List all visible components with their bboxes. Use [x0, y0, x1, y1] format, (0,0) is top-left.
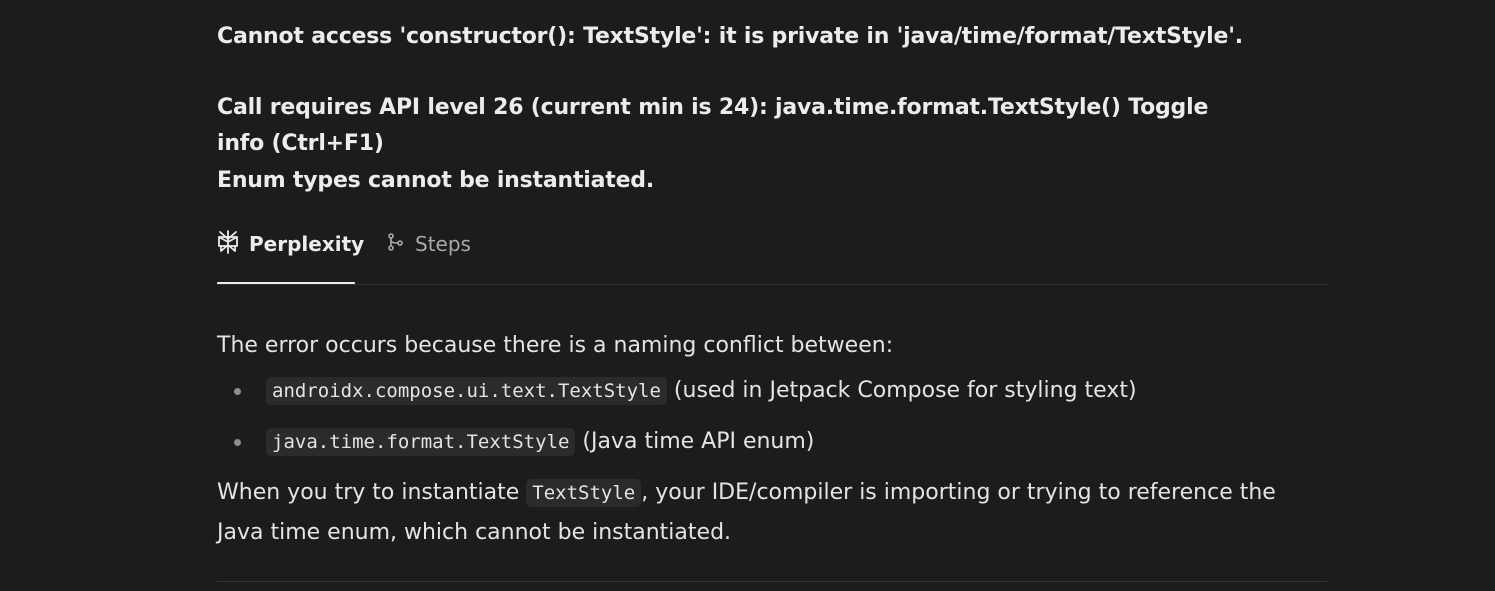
list-item: java.time.format.TextStyle (Java time AP… [217, 416, 1327, 467]
answer-intro: The error occurs because there is a nami… [217, 333, 894, 358]
tab-perplexity-label: Perplexity [249, 232, 365, 256]
perplexity-logo-icon [217, 229, 239, 259]
answer-tabs: Perplexity Steps [217, 224, 1327, 285]
tab-steps[interactable]: Steps [387, 224, 471, 264]
tabs-divider [217, 284, 1327, 285]
query-line-3: Enum types cannot be instantiated. [217, 168, 655, 193]
answer-bullet-list: androidx.compose.ui.text.TextStyle (used… [217, 365, 1327, 467]
query-line-2: Call requires API level 26 (current min … [217, 95, 1209, 156]
bullet-dot-icon [234, 387, 241, 395]
paragraph-text-before: When you try to instantiate [217, 480, 527, 505]
answer-body: The error occurs because there is a nami… [217, 327, 1327, 552]
inline-code: java.time.format.TextStyle [266, 427, 576, 456]
steps-branch-icon [387, 232, 405, 257]
list-item: androidx.compose.ui.text.TextStyle (used… [217, 365, 1327, 416]
list-item-text: (Java time API enum) [575, 428, 815, 454]
inline-code: TextStyle [526, 479, 642, 507]
tab-perplexity[interactable]: Perplexity [217, 224, 364, 264]
tab-steps-label: Steps [415, 232, 471, 256]
query-line-1: Cannot access 'constructor(): TextStyle'… [217, 24, 1243, 49]
list-item-text: (used in Jetpack Compose for styling tex… [666, 377, 1137, 403]
bullet-dot-icon [234, 438, 241, 446]
inline-code: androidx.compose.ui.text.TextStyle [266, 376, 667, 405]
answer-paragraph: When you try to instantiate TextStyle, y… [217, 473, 1327, 552]
section-divider [217, 581, 1327, 582]
